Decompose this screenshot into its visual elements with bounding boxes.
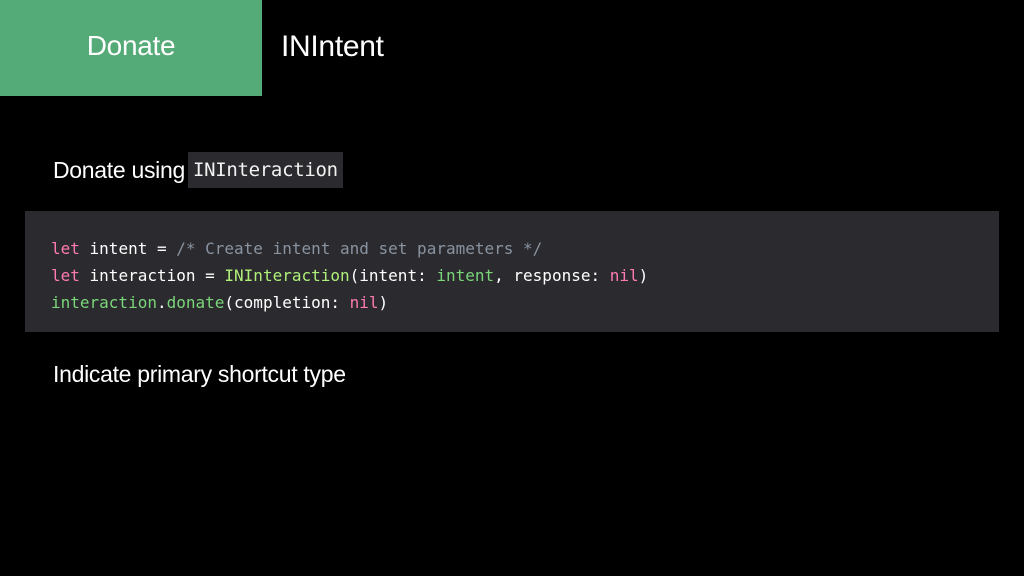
- subheading-primary-shortcut: Indicate primary shortcut type: [53, 361, 346, 387]
- code-keyword-nil: nil: [349, 293, 379, 312]
- code-plain: .: [156, 293, 167, 312]
- code-block: let intent = /* Create intent and set pa…: [25, 211, 999, 332]
- code-keyword-nil: nil: [609, 266, 639, 285]
- code-plain: ): [378, 293, 389, 312]
- code-line-1: let intent = /* Create intent and set pa…: [51, 235, 648, 262]
- code-method: donate: [166, 293, 225, 312]
- code-line-2: let interaction = INInteraction(intent: …: [51, 262, 648, 289]
- code-plain: (completion:: [224, 293, 350, 312]
- subheading-text: Donate using: [53, 157, 185, 183]
- subheading-donate-using: Donate using INInteraction: [53, 152, 343, 188]
- code-line-3: interaction.donate(completion: nil): [51, 289, 648, 316]
- section-tab: Donate: [0, 0, 262, 96]
- code-keyword: let: [51, 239, 80, 258]
- slide-title: INIntent: [281, 30, 384, 63]
- code-lines: let intent = /* Create intent and set pa…: [51, 235, 648, 316]
- code-plain: , response:: [494, 266, 610, 285]
- code-plain: (intent:: [349, 266, 437, 285]
- code-type: INInteraction: [224, 266, 350, 285]
- code-plain: intent =: [79, 239, 177, 258]
- code-plain: interaction =: [79, 266, 225, 285]
- code-keyword: let: [51, 266, 80, 285]
- code-plain: ): [638, 266, 649, 285]
- code-comment: /* Create intent and set parameters */: [176, 239, 543, 258]
- inline-code-ininteraction: INInteraction: [187, 152, 343, 188]
- code-identifier: intent: [436, 266, 495, 285]
- section-tab-label: Donate: [86, 30, 176, 61]
- code-identifier: interaction: [51, 293, 157, 312]
